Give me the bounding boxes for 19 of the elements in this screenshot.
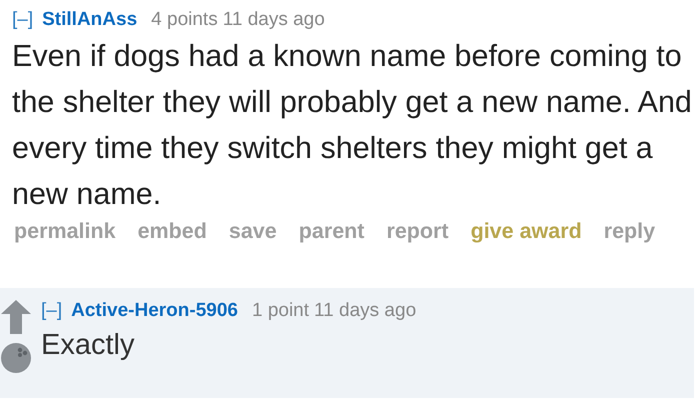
timestamp: 11 days ago bbox=[314, 300, 416, 322]
action-link[interactable]: reply bbox=[604, 219, 656, 244]
collapse-toggle[interactable]: [–] bbox=[41, 300, 62, 322]
action-link[interactable]: save bbox=[228, 219, 277, 244]
collapse-toggle[interactable]: [–] bbox=[12, 9, 34, 31]
score-text: 1 point bbox=[252, 300, 310, 322]
action-link[interactable]: report bbox=[386, 219, 449, 244]
action-link[interactable]: give award bbox=[470, 219, 582, 244]
upvote-arrow-icon[interactable] bbox=[1, 300, 31, 334]
comment-text: Even if dogs had a known name before coming to the shelter they will probably get a new name. And every time they switch shelters they might get a new name. bbox=[12, 38, 693, 213]
username-link[interactable]: StillAnAss bbox=[42, 9, 138, 31]
action-link[interactable]: embed bbox=[138, 219, 207, 244]
username-link[interactable]: Active-Heron-5906 bbox=[71, 300, 238, 322]
score-text: 4 points bbox=[151, 9, 218, 31]
ball-icon[interactable] bbox=[0, 342, 32, 374]
action-link[interactable]: permalink bbox=[14, 219, 116, 244]
comment-text: Exactly bbox=[41, 328, 136, 363]
timestamp: 11 days ago bbox=[222, 9, 325, 31]
action-link[interactable]: parent bbox=[298, 219, 364, 244]
